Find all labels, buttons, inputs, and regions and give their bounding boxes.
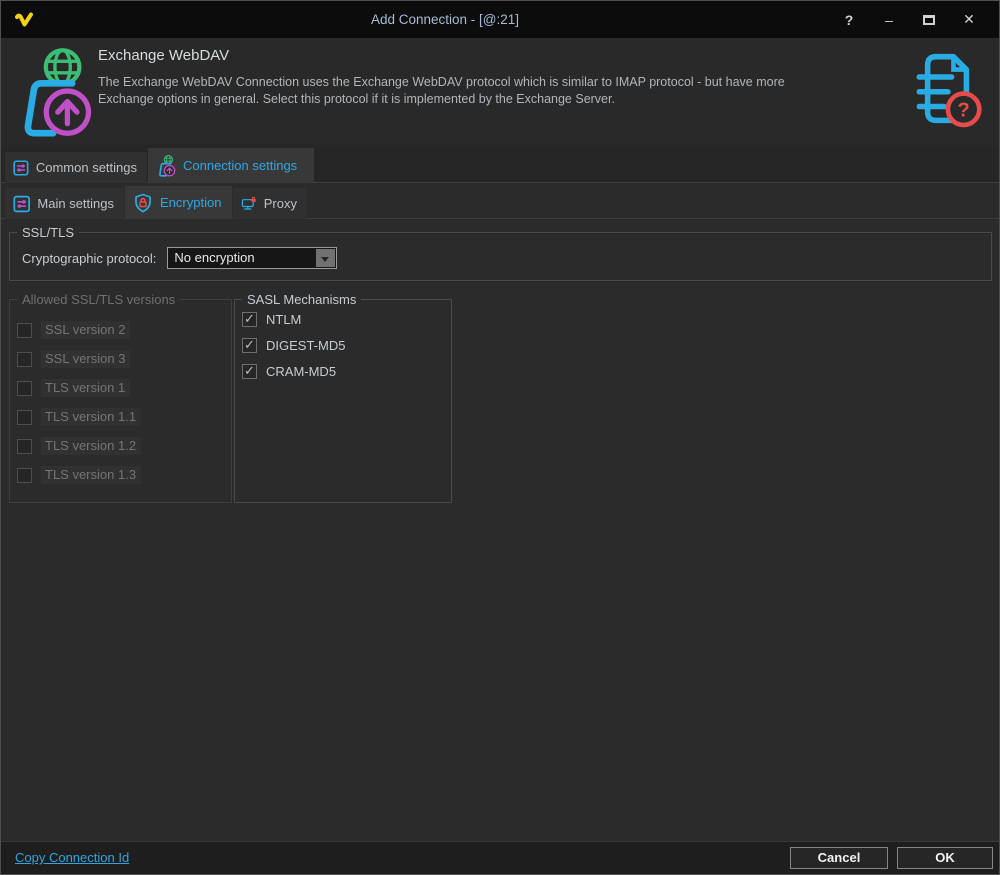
cryptographic-protocol-label: Cryptographic protocol: (22, 251, 156, 266)
allowed-versions-legend: Allowed SSL/TLS versions (17, 292, 180, 307)
checkbox-label: TLS version 1.3 (41, 466, 141, 484)
maximize-icon (923, 15, 935, 25)
protocol-title: Exchange WebDAV (98, 47, 229, 64)
checkbox-label: SSL version 3 (41, 350, 130, 368)
tab-main-settings[interactable]: Main settings (5, 188, 124, 219)
ssl-tls-group: SSL/TLS Cryptographic protocol: No encry… (9, 225, 992, 281)
checkbox-row-tls11: TLS version 1.1 (17, 408, 231, 426)
protocol-description-line1: The Exchange WebDAV Connection uses the … (98, 74, 785, 91)
checkbox-label: TLS version 1 (41, 379, 130, 397)
tab-label: Common settings (36, 160, 137, 175)
protocol-description-line2: Exchange options in general. Select this… (98, 91, 785, 108)
checkbox-label: TLS version 1.2 (41, 437, 141, 455)
encryption-panel: SSL/TLS Cryptographic protocol: No encry… (1, 220, 999, 841)
checkbox-row-tls12: TLS version 1.2 (17, 437, 231, 455)
checkbox-unchecked (17, 468, 32, 483)
dropdown-value: No encryption (174, 248, 254, 268)
ssl-tls-legend: SSL/TLS (17, 225, 79, 240)
titlebar[interactable]: Add Connection - [@:21] ? – ✕ (1, 1, 999, 38)
dropdown-arrow-icon[interactable] (316, 249, 335, 267)
tab-label: Main settings (37, 196, 114, 211)
exchange-webdav-connection-icon (11, 44, 95, 138)
checkbox-label: DIGEST-MD5 (266, 338, 345, 353)
maximize-button[interactable] (909, 12, 949, 28)
checkbox-row-digest-md5[interactable]: DIGEST-MD5 (242, 338, 451, 353)
protocol-description: The Exchange WebDAV Connection uses the … (98, 74, 785, 108)
window-title: Add Connection - [@:21] (1, 1, 889, 38)
checkbox-unchecked (17, 381, 32, 396)
checkbox-label: TLS version 1.1 (41, 408, 141, 426)
cryptographic-protocol-row: Cryptographic protocol: No encryption (10, 240, 991, 269)
sliders-icon (13, 194, 30, 214)
shield-lock-icon (133, 193, 153, 213)
checkbox-label: NTLM (266, 312, 301, 327)
checkbox-label: SSL version 2 (41, 321, 130, 339)
sliders-icon (13, 158, 29, 178)
window-controls: ? – ✕ (829, 1, 989, 38)
checkbox-row-ssl2: SSL version 2 (17, 321, 231, 339)
add-connection-window: Add Connection - [@:21] ? – ✕ Exchange W… (0, 0, 1000, 875)
checkbox-unchecked (17, 410, 32, 425)
checkbox-label: CRAM-MD5 (266, 364, 336, 379)
minimize-button[interactable]: – (869, 12, 909, 28)
checkbox-unchecked (17, 439, 32, 454)
ok-button[interactable]: OK (897, 847, 993, 869)
sasl-mechanisms-group: SASL Mechanisms NTLM DIGEST-MD5 CRAM-MD5 (234, 292, 452, 503)
footer-bar: Copy Connection Id Cancel OK (1, 841, 999, 874)
tab-label: Proxy (264, 196, 297, 211)
secondary-tab-strip: Main settings Encryption Proxy (1, 184, 999, 219)
checkbox-checked[interactable] (242, 312, 257, 327)
sasl-legend: SASL Mechanisms (242, 292, 361, 307)
allowed-ssl-tls-versions-group: Allowed SSL/TLS versions SSL version 2 S… (9, 292, 232, 503)
checkbox-row-ntlm[interactable]: NTLM (242, 312, 451, 327)
help-button[interactable]: ? (829, 12, 869, 28)
header: Exchange WebDAV The Exchange WebDAV Conn… (1, 38, 999, 145)
checkbox-unchecked (17, 352, 32, 367)
tab-label: Connection settings (183, 158, 297, 173)
primary-tab-strip: Common settings Connection settings (1, 145, 999, 183)
checkbox-checked[interactable] (242, 364, 257, 379)
allowed-versions-list: SSL version 2 SSL version 3 TLS version … (10, 307, 231, 484)
tab-common-settings[interactable]: Common settings (5, 152, 147, 183)
cryptographic-protocol-dropdown[interactable]: No encryption (167, 247, 337, 269)
checkbox-row-ssl3: SSL version 3 (17, 350, 231, 368)
checkbox-checked[interactable] (242, 338, 257, 353)
copy-connection-id-link[interactable]: Copy Connection Id (15, 850, 129, 865)
close-button[interactable]: ✕ (949, 11, 989, 28)
tab-label: Encryption (160, 195, 221, 210)
document-help-icon (911, 47, 983, 131)
connection-icon (156, 154, 176, 177)
tab-connection-settings[interactable]: Connection settings (148, 148, 314, 183)
tab-proxy[interactable]: Proxy (233, 188, 307, 219)
proxy-lock-icon (241, 194, 257, 214)
checkbox-row-tls13: TLS version 1.3 (17, 466, 231, 484)
tab-encryption[interactable]: Encryption (125, 186, 232, 219)
checkbox-row-tls1: TLS version 1 (17, 379, 231, 397)
checkbox-unchecked (17, 323, 32, 338)
checkbox-row-cram-md5[interactable]: CRAM-MD5 (242, 364, 451, 379)
sasl-list: NTLM DIGEST-MD5 CRAM-MD5 (235, 307, 451, 379)
cancel-button[interactable]: Cancel (790, 847, 888, 869)
